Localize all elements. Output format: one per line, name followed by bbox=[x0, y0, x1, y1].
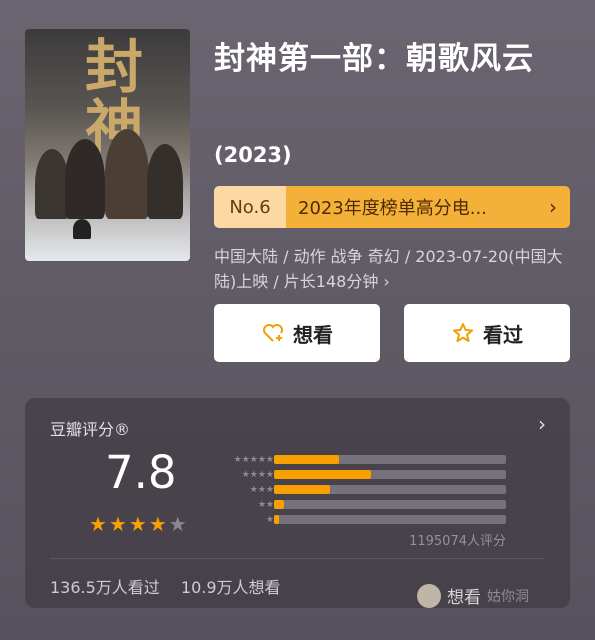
poster-figure bbox=[105, 129, 149, 219]
want-count[interactable]: 10.9万人想看 bbox=[181, 578, 281, 597]
movie-meta[interactable]: 中国大陆 / 动作 战争 奇幻 / 2023-07-20(中国大陆)上映 / 片… bbox=[214, 244, 574, 294]
watermark: 想看 姑你洞 bbox=[417, 583, 529, 608]
rating-bar-row: ★★★★ bbox=[208, 467, 508, 482]
bar-fill bbox=[274, 470, 372, 479]
rating-bar-row: ★★ bbox=[208, 497, 508, 512]
movie-title: 封神第一部：朝歌风云 bbox=[214, 41, 534, 77]
bar-star-label: ★★★ bbox=[249, 484, 274, 495]
rating-score: 7.8 bbox=[105, 446, 177, 499]
divider bbox=[50, 558, 545, 559]
star-icon: ★ bbox=[89, 512, 107, 536]
movie-year: (2023) bbox=[214, 143, 292, 167]
movie-poster[interactable]: 封神 bbox=[25, 29, 190, 261]
heart-plus-icon bbox=[263, 324, 283, 342]
bar-star-label: ★ bbox=[265, 514, 274, 525]
rating-bar-row: ★★★★★ bbox=[208, 452, 508, 467]
bar-star-label: ★★ bbox=[257, 499, 274, 510]
rating-footer: 136.5万人看过 10.9万人想看 bbox=[50, 574, 297, 598]
seen-label: 看过 bbox=[483, 322, 523, 347]
watched-button[interactable]: 看过 bbox=[404, 304, 570, 362]
rating-card[interactable]: 豆瓣评分® › 7.8 ★ ★ ★ ★ ★ ★★★★★ ★★★★ ★★★ ★★ ★ 119507… bbox=[25, 398, 570, 608]
want-to-watch-button[interactable]: 想看 bbox=[214, 304, 380, 362]
bar-track bbox=[274, 455, 506, 464]
rating-title: 豆瓣评分® bbox=[50, 420, 131, 439]
watermark-text: 想看 bbox=[447, 588, 481, 608]
star-icon: ★ bbox=[128, 512, 147, 536]
seen-count[interactable]: 136.5万人看过 bbox=[50, 578, 160, 597]
star-icon: ★ bbox=[108, 512, 127, 536]
bar-track bbox=[274, 500, 506, 509]
bar-fill bbox=[274, 515, 279, 524]
star-icon: ★ bbox=[148, 512, 167, 536]
rank-number: No.6 bbox=[214, 186, 286, 228]
rating-stars: ★ ★ ★ ★ ★ bbox=[89, 512, 187, 536]
poster-figure bbox=[35, 149, 69, 219]
chevron-right-icon[interactable]: › bbox=[538, 412, 546, 436]
poster-rider bbox=[73, 219, 91, 239]
poster-figure bbox=[65, 139, 105, 219]
rating-bar-row: ★ bbox=[208, 512, 508, 527]
poster-figure bbox=[147, 144, 183, 219]
rating-bar-row: ★★★ bbox=[208, 482, 508, 497]
bar-star-label: ★★★★★ bbox=[233, 454, 274, 465]
bar-track bbox=[274, 485, 506, 494]
watermark-sub: 姑你洞 bbox=[487, 588, 529, 605]
rating-distribution: ★★★★★ ★★★★ ★★★ ★★ ★ bbox=[208, 452, 508, 527]
ranking-banner[interactable]: No.6 2023年度榜单高分电... › bbox=[214, 186, 570, 228]
rank-text: 2023年度榜单高分电... bbox=[286, 186, 536, 228]
avatar bbox=[417, 583, 441, 608]
bar-track bbox=[274, 470, 506, 479]
bar-track bbox=[274, 515, 506, 524]
want-label: 想看 bbox=[293, 322, 333, 347]
star-outline-icon bbox=[453, 323, 473, 342]
vote-count[interactable]: 1195074人评分 bbox=[409, 530, 506, 549]
star-icon: ★ bbox=[168, 512, 187, 536]
bar-fill bbox=[274, 485, 330, 494]
chevron-right-icon: › bbox=[536, 186, 570, 228]
bar-star-label: ★★★★ bbox=[241, 469, 274, 480]
bar-fill bbox=[274, 500, 285, 509]
bar-fill bbox=[274, 455, 339, 464]
